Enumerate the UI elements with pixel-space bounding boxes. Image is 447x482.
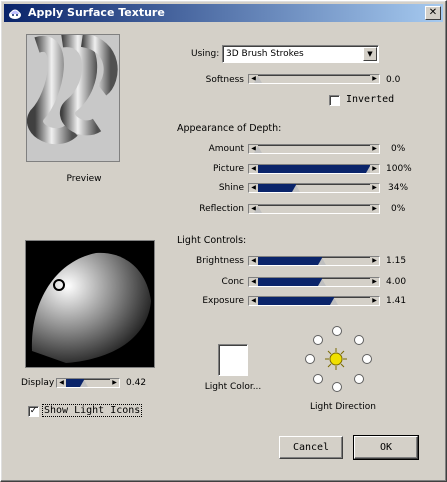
inverted-label[interactable]: Inverted — [346, 94, 394, 105]
shine-value: 34% — [388, 183, 409, 193]
shine-slider[interactable]: ◀ ▶ — [248, 183, 380, 193]
exposure-label: Exposure — [202, 296, 244, 306]
brightness-value: 1.15 — [386, 256, 407, 266]
slider-thumb[interactable] — [254, 76, 262, 83]
light-color-label[interactable]: Light Color... — [187, 382, 279, 392]
softness-value: 0.0 — [386, 75, 401, 85]
light-direction-label: Light Direction — [310, 402, 376, 412]
exposure-value: 1.41 — [386, 296, 407, 306]
slider-right-arrow-icon[interactable]: ▶ — [370, 257, 379, 265]
slider-right-arrow-icon[interactable]: ▶ — [370, 75, 379, 83]
slider-thumb[interactable] — [318, 279, 326, 286]
amount-value: 0% — [391, 144, 406, 154]
close-icon[interactable]: ✕ — [425, 6, 441, 20]
sun-icon — [325, 348, 347, 373]
ok-button[interactable]: OK — [353, 435, 419, 460]
slider-right-arrow-icon[interactable]: ▶ — [370, 278, 379, 286]
direction-w[interactable] — [305, 354, 315, 364]
slider-right-arrow-icon[interactable]: ▶ — [370, 165, 379, 173]
display-label: Display — [21, 378, 55, 388]
slider-right-arrow-icon[interactable]: ▶ — [370, 145, 379, 153]
light-controls-heading: Light Controls: — [177, 235, 247, 246]
slider-thumb[interactable] — [254, 206, 262, 213]
slider-right-arrow-icon[interactable]: ▶ — [110, 379, 119, 387]
direction-e[interactable] — [362, 354, 372, 364]
light-position-handle[interactable] — [53, 279, 65, 291]
conc-slider[interactable]: ◀ ▶ — [248, 277, 380, 287]
slider-thumb[interactable] — [254, 146, 262, 153]
paint-app-icon — [7, 6, 23, 20]
slider-left-arrow-icon[interactable]: ◀ — [249, 184, 258, 192]
display-slider[interactable]: ◀ ▶ — [56, 378, 120, 388]
light-direction-control[interactable] — [301, 323, 373, 395]
slider-thumb[interactable] — [292, 185, 300, 192]
direction-nw[interactable] — [313, 335, 323, 345]
chevron-down-icon[interactable]: ▼ — [363, 47, 377, 61]
slider-fill — [258, 184, 296, 192]
slider-right-arrow-icon[interactable]: ▶ — [370, 184, 379, 192]
cancel-button[interactable]: Cancel — [279, 436, 343, 459]
show-light-icons-label[interactable]: Show Light Icons — [42, 404, 143, 417]
amount-slider[interactable]: ◀ ▶ — [248, 144, 380, 154]
reflection-slider[interactable]: ◀ ▶ — [248, 204, 380, 214]
slider-fill — [258, 257, 322, 265]
slider-fill — [258, 165, 370, 173]
slider-left-arrow-icon[interactable]: ◀ — [57, 379, 66, 387]
show-light-icons-checkbox[interactable]: ✓ — [28, 406, 39, 417]
window-title: Apply Surface Texture — [28, 6, 165, 19]
conc-value: 4.00 — [386, 277, 407, 287]
slider-thumb[interactable] — [80, 380, 88, 387]
display-value: 0.42 — [126, 378, 147, 388]
slider-left-arrow-icon[interactable]: ◀ — [249, 257, 258, 265]
direction-ne[interactable] — [354, 335, 364, 345]
light-preview[interactable] — [25, 240, 155, 368]
depth-heading: Appearance of Depth: — [177, 123, 282, 134]
picture-value: 100% — [386, 164, 412, 174]
brightness-slider[interactable]: ◀ ▶ — [248, 256, 380, 266]
inverted-checkbox[interactable] — [329, 95, 340, 106]
exposure-slider[interactable]: ◀ ▶ — [248, 296, 380, 306]
softness-slider[interactable]: ◀ ▶ — [248, 74, 380, 84]
picture-label: Picture — [213, 164, 244, 174]
direction-sw[interactable] — [313, 374, 323, 384]
reflection-value: 0% — [391, 204, 406, 214]
title-bar[interactable]: Apply Surface Texture ✕ — [4, 4, 443, 22]
preview-caption: Preview — [66, 174, 102, 184]
direction-n[interactable] — [332, 326, 342, 336]
conc-label: Conc — [221, 277, 244, 287]
direction-s[interactable] — [332, 382, 342, 392]
shine-label: Shine — [218, 183, 244, 193]
slider-fill — [258, 297, 334, 305]
slider-left-arrow-icon[interactable]: ◀ — [249, 165, 258, 173]
slider-left-arrow-icon[interactable]: ◀ — [249, 297, 258, 305]
slider-right-arrow-icon[interactable]: ▶ — [370, 297, 379, 305]
slider-left-arrow-icon[interactable]: ◀ — [249, 278, 258, 286]
slider-fill — [258, 278, 322, 286]
slider-thumb[interactable] — [330, 298, 338, 305]
texture-preview-image — [26, 32, 120, 162]
softness-label: Softness — [205, 75, 244, 85]
texture-select-value: 3D Brush Strokes — [226, 49, 304, 59]
reflection-label: Reflection — [199, 204, 244, 214]
direction-se[interactable] — [354, 374, 364, 384]
light-color-swatch[interactable] — [218, 344, 248, 376]
brightness-label: Brightness — [196, 256, 244, 266]
slider-right-arrow-icon[interactable]: ▶ — [370, 205, 379, 213]
slider-thumb[interactable] — [318, 258, 326, 265]
apply-surface-texture-dialog: Apply Surface Texture ✕ Preview Display … — [0, 0, 447, 482]
picture-slider[interactable]: ◀ ▶ — [248, 164, 380, 174]
amount-label: Amount — [208, 144, 244, 154]
texture-select[interactable]: 3D Brush Strokes ▼ — [222, 45, 379, 63]
using-label: Using: — [191, 49, 220, 59]
